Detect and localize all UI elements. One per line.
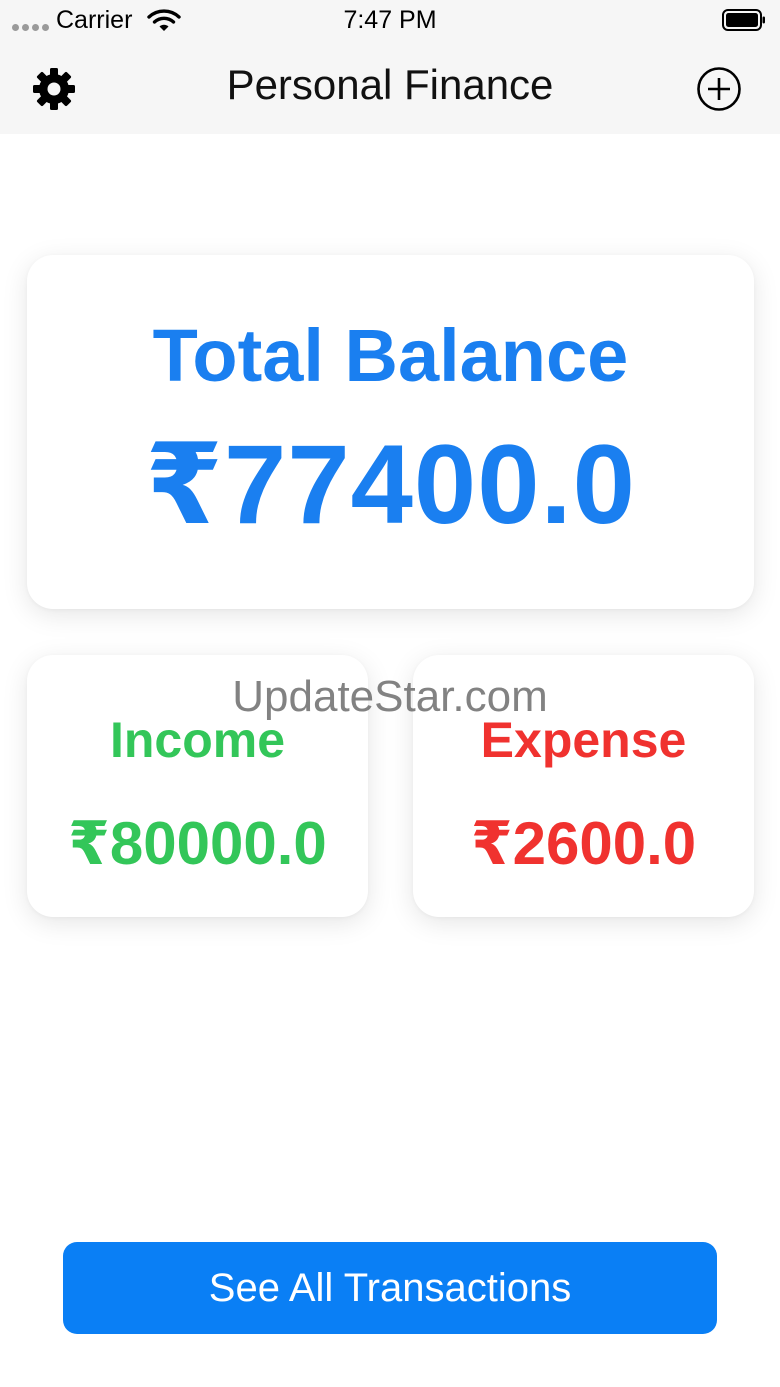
battery-icon: [722, 9, 765, 31]
plus-circle-icon[interactable]: [696, 66, 742, 112]
navigation-bar: Personal Finance: [0, 44, 780, 134]
income-label: Income: [109, 712, 286, 768]
status-bar: Carrier 7:47 PM: [0, 0, 780, 44]
expense-label: Expense: [480, 712, 687, 768]
total-balance-value: ₹77400.0: [145, 422, 636, 547]
expense-card: Expense ₹2600.0: [413, 655, 754, 917]
total-balance-label: Total Balance: [152, 314, 629, 397]
income-card: Income ₹80000.0: [27, 655, 368, 917]
total-balance-card: Total Balance ₹77400.0: [27, 255, 754, 609]
see-all-transactions-button[interactable]: See All Transactions: [63, 1242, 717, 1334]
page-title: Personal Finance: [226, 61, 554, 108]
status-time: 7:47 PM: [343, 6, 437, 34]
expense-value: ₹2600.0: [470, 810, 697, 877]
income-value: ₹80000.0: [68, 810, 327, 877]
